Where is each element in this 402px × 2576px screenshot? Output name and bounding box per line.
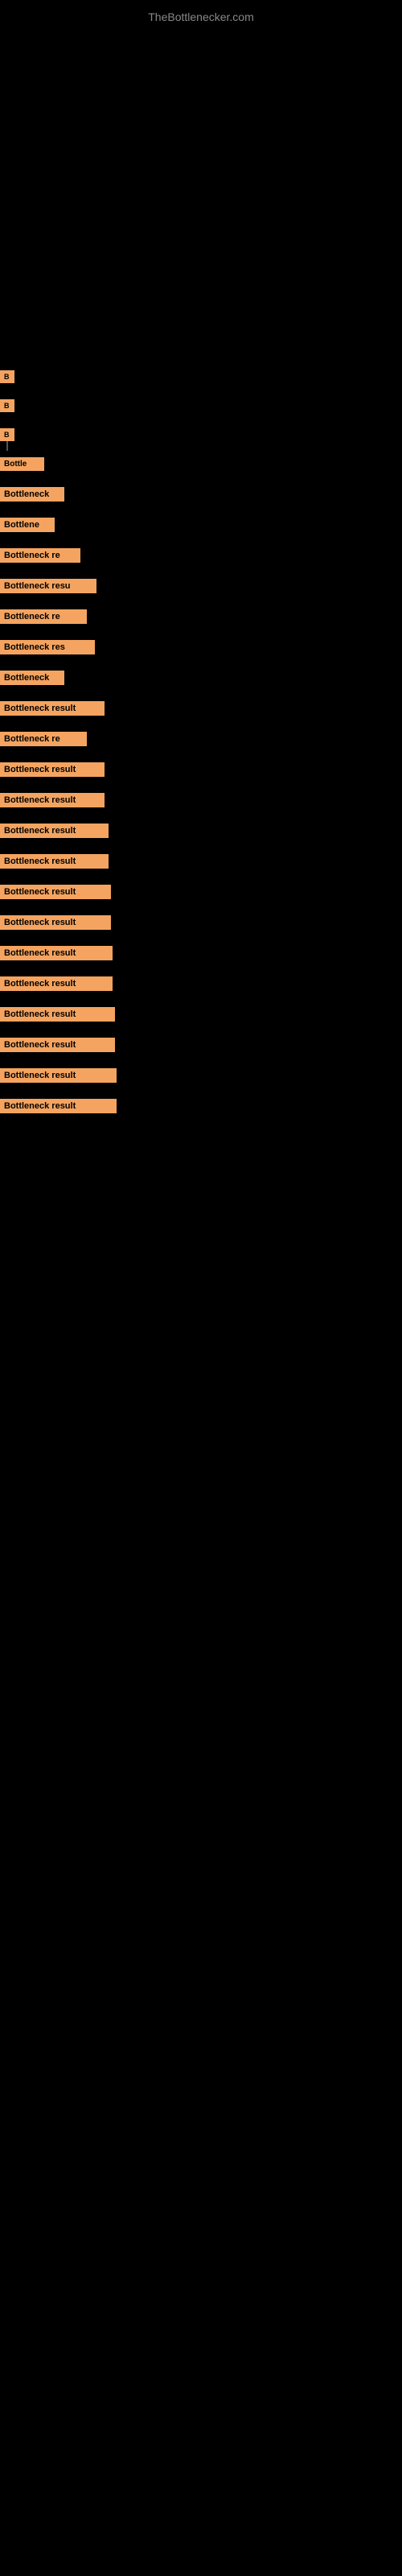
row-spacer	[0, 1054, 402, 1068]
bottleneck-result-label[interactable]: Bottleneck	[0, 487, 64, 502]
bottleneck-result-label[interactable]: Bottleneck result	[0, 701, 105, 716]
row-spacer	[0, 1023, 402, 1038]
bottleneck-result-label[interactable]: B	[0, 370, 14, 383]
bottleneck-result-label[interactable]: Bottleneck result	[0, 976, 113, 991]
row-spacer	[0, 595, 402, 609]
list-item: Bottleneck re	[0, 609, 402, 624]
list-item: Bottleneck result	[0, 885, 402, 899]
row-spacer	[0, 962, 402, 976]
list-item: Bottleneck result	[0, 762, 402, 777]
bottleneck-result-label[interactable]: Bottleneck re	[0, 548, 80, 563]
list-item: Bottleneck result	[0, 946, 402, 960]
bottleneck-result-label[interactable]: Bottleneck result	[0, 854, 109, 869]
list-item: Bottleneck result	[0, 1007, 402, 1022]
site-title-text: TheBottlenecker.com	[148, 10, 254, 23]
list-item: Bottleneck result	[0, 915, 402, 930]
list-item: Bottleneck result	[0, 701, 402, 716]
row-spacer	[0, 656, 402, 671]
bottleneck-result-label[interactable]: Bottleneck result	[0, 793, 105, 807]
row-spacer	[0, 840, 402, 854]
bottleneck-result-label[interactable]: Bottleneck	[0, 671, 64, 685]
row-spacer	[0, 385, 402, 399]
bottleneck-result-label[interactable]: Bottleneck re	[0, 732, 87, 746]
row-spacer	[0, 1084, 402, 1099]
list-item: B	[0, 428, 402, 441]
bottleneck-result-label[interactable]: Bottleneck result	[0, 1038, 115, 1052]
bottleneck-result-label[interactable]: Bottleneck res	[0, 640, 95, 654]
list-item: Bottlene	[0, 518, 402, 532]
row-spacer	[0, 778, 402, 793]
list-item: Bottleneck	[0, 487, 402, 502]
list-item: Bottleneck result	[0, 793, 402, 807]
bottleneck-result-label[interactable]: Bottlene	[0, 518, 55, 532]
row-spacer	[0, 993, 402, 1007]
list-item: Bottleneck result	[0, 1038, 402, 1052]
bottleneck-result-label[interactable]: Bottleneck result	[0, 824, 109, 838]
bottleneck-result-label[interactable]: B	[0, 399, 14, 412]
list-item: Bottleneck result	[0, 854, 402, 869]
list-item: Bottleneck re	[0, 732, 402, 746]
row-spacer	[0, 443, 402, 457]
list-item: B	[0, 370, 402, 383]
bottleneck-result-label[interactable]: Bottleneck resu	[0, 579, 96, 593]
row-spacer	[0, 625, 402, 640]
row-spacer	[0, 901, 402, 915]
list-item: Bottleneck result	[0, 824, 402, 838]
bottleneck-result-label[interactable]: Bottle	[0, 457, 44, 471]
row-spacer	[0, 687, 402, 701]
list-item: Bottleneck result	[0, 976, 402, 991]
bottleneck-result-label[interactable]: Bottleneck result	[0, 1068, 117, 1083]
row-spacer	[0, 503, 402, 518]
bottleneck-result-label[interactable]: B	[0, 428, 14, 441]
bottleneck-result-label[interactable]: Bottleneck result	[0, 885, 111, 899]
bottleneck-items-container: B B B Bottle Bottleneck Bottlene Bottleneck re…	[0, 370, 402, 1115]
row-spacer	[0, 931, 402, 946]
list-item: Bottleneck res	[0, 640, 402, 654]
row-spacer	[0, 414, 402, 428]
list-item: Bottleneck result	[0, 1068, 402, 1083]
row-spacer	[0, 748, 402, 762]
bottleneck-result-label[interactable]: Bottleneck result	[0, 762, 105, 777]
list-item: Bottleneck resu	[0, 579, 402, 593]
list-item: Bottleneck re	[0, 548, 402, 563]
site-title: TheBottlenecker.com	[0, 4, 402, 30]
row-spacer	[0, 809, 402, 824]
bottleneck-result-label[interactable]: Bottleneck result	[0, 915, 111, 930]
row-spacer	[0, 473, 402, 487]
row-spacer	[0, 717, 402, 732]
row-spacer	[0, 534, 402, 548]
row-spacer	[0, 870, 402, 885]
row-spacer	[0, 564, 402, 579]
list-item: Bottleneck	[0, 671, 402, 685]
bottleneck-result-label[interactable]: Bottleneck result	[0, 1099, 117, 1113]
bottleneck-result-label[interactable]: Bottleneck result	[0, 946, 113, 960]
list-item: Bottle	[0, 457, 402, 471]
list-item: B	[0, 399, 402, 412]
list-item: Bottleneck result	[0, 1099, 402, 1113]
bottleneck-result-label[interactable]: Bottleneck result	[0, 1007, 115, 1022]
bottleneck-result-label[interactable]: Bottleneck re	[0, 609, 87, 624]
